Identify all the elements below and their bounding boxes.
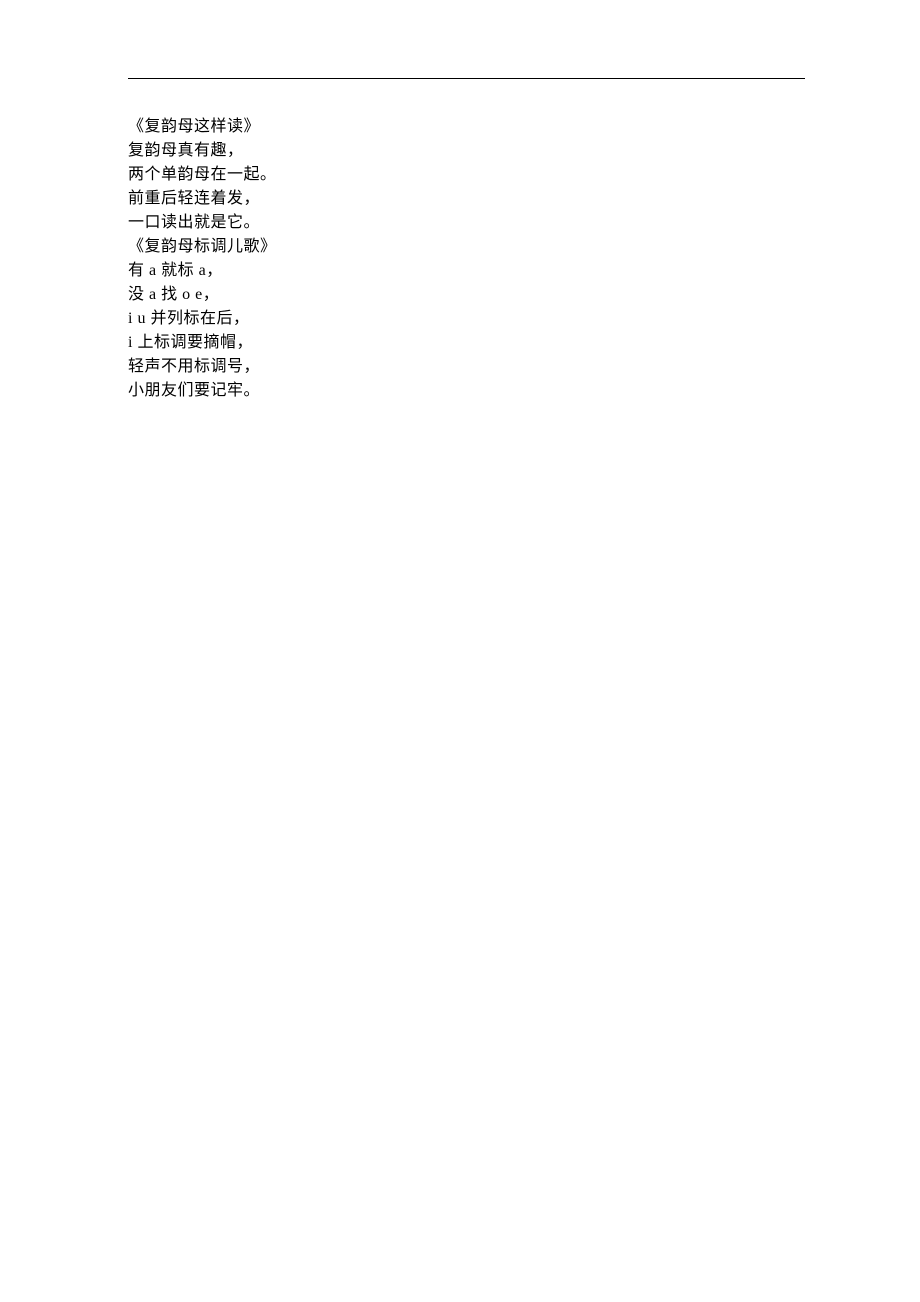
text-line: 一口读出就是它。 [128, 211, 805, 235]
text-line: 轻声不用标调号， [128, 355, 805, 379]
text-line: i u 并列标在后， [128, 307, 805, 331]
text-line: 《复韵母这样读》 [128, 115, 805, 139]
text-line: 《复韵母标调儿歌》 [128, 235, 805, 259]
text-line: 小朋友们要记牢。 [128, 379, 805, 403]
text-line: i 上标调要摘帽， [128, 331, 805, 355]
text-line: 两个单韵母在一起。 [128, 163, 805, 187]
text-line: 复韵母真有趣， [128, 139, 805, 163]
header-divider [128, 78, 805, 79]
text-line: 没 a 找 o e， [128, 283, 805, 307]
text-line: 有 a 就标 a， [128, 259, 805, 283]
text-line: 前重后轻连着发， [128, 187, 805, 211]
document-page: 《复韵母这样读》 复韵母真有趣， 两个单韵母在一起。 前重后轻连着发， 一口读出… [0, 0, 920, 403]
text-content: 《复韵母这样读》 复韵母真有趣， 两个单韵母在一起。 前重后轻连着发， 一口读出… [128, 115, 805, 403]
